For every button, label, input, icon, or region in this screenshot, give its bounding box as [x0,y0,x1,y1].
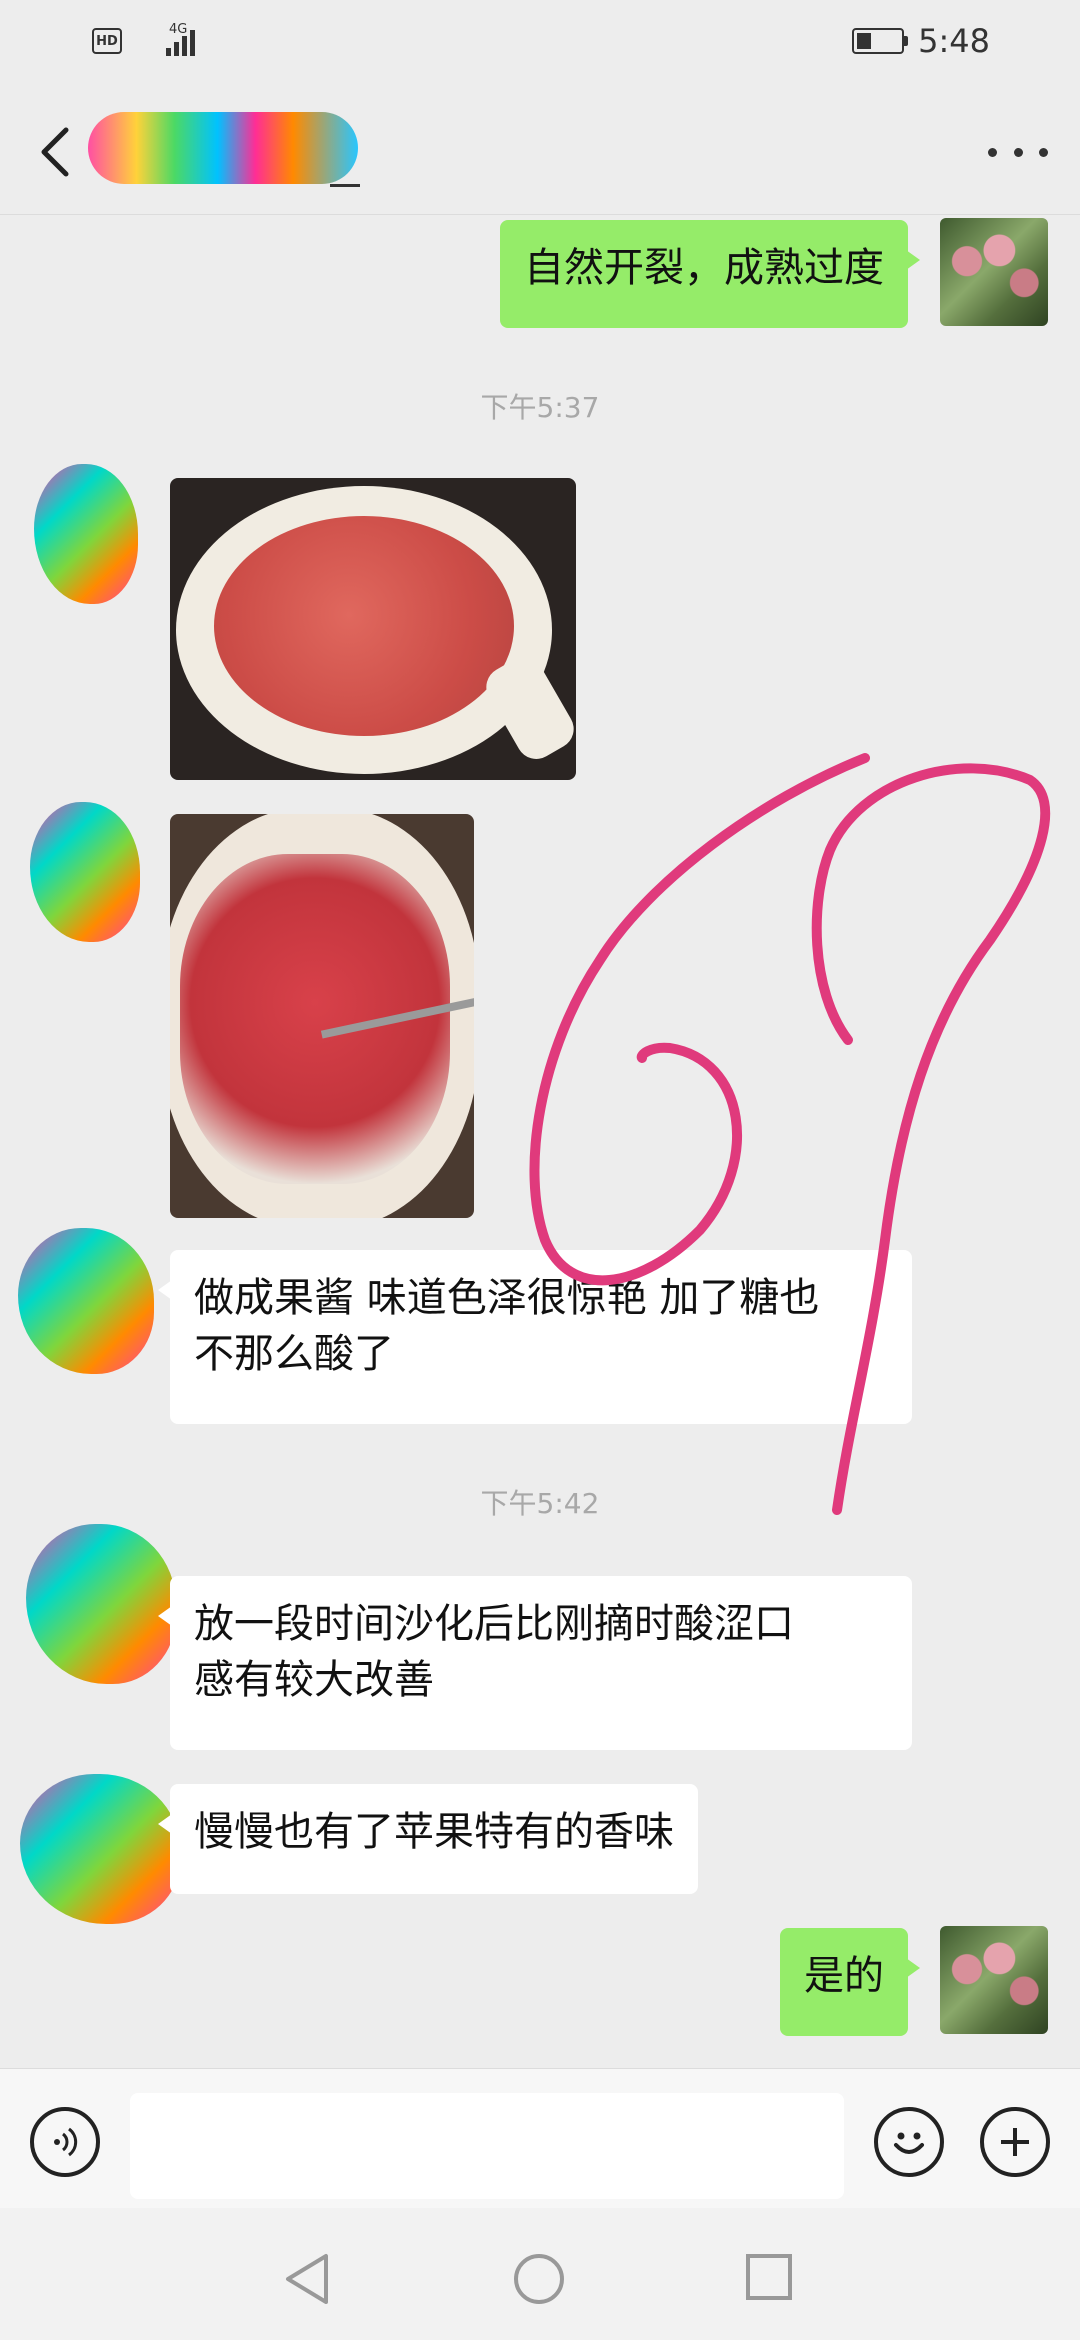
status-left: HD 4G [92,22,195,56]
plus-icon [1001,2128,1029,2156]
message-line: 做成果酱 味道色泽很惊艳 加了糖也 [194,1275,820,1321]
avatar-contact[interactable] [18,1228,154,1374]
network-label: 4G [169,22,188,37]
message-line: 不那么酸了 [194,1331,394,1377]
system-nav-bar [0,2208,1080,2340]
emoji-button[interactable] [874,2107,944,2177]
title-underline [330,184,360,187]
input-bar [0,2068,1080,2209]
status-time: 5:48 [918,22,990,60]
avatar-contact[interactable] [30,802,140,942]
battery-icon [852,28,909,54]
more-dot [988,147,997,157]
message-bubble-received[interactable]: 做成果酱 味道色泽很惊艳 加了糖也 不那么酸了 [158,1250,912,1424]
avatar-self[interactable] [940,1926,1048,2034]
more-dot [1013,147,1023,157]
avatar-self[interactable] [940,218,1048,326]
signal-group: 4G [132,22,195,56]
more-dot [1039,147,1048,157]
plus-button[interactable] [980,2107,1050,2177]
chevron-left-icon [41,127,69,177]
status-right: 5:48 [852,22,990,60]
message-bubble-received[interactable]: 放一段时间沙化后比刚摘时酸涩口 感有较大改善 [158,1576,912,1750]
message-list[interactable]: 自然开裂，成熟过度 下午5:37 做成果酱 味道色泽很惊艳 加了糖也 不那么酸了… [0,214,1080,2068]
nav-back-icon[interactable] [282,2252,332,2306]
message-timestamp: 下午5:37 [480,391,600,424]
status-bar: HD 4G 5:48 [0,0,1080,86]
hd-badge: HD [92,28,122,54]
back-button[interactable] [36,124,76,180]
avatar-contact[interactable] [26,1524,176,1684]
more-button[interactable] [988,140,1048,164]
nav-recents-icon[interactable] [744,2252,794,2302]
message-bubble-sent[interactable]: 自然开裂，成熟过度 [500,220,920,328]
message-timestamp: 下午5:42 [480,1487,600,1520]
emoji-icon [894,2132,924,2154]
chat-header [0,86,1080,215]
message-line: 感有较大改善 [194,1657,434,1703]
message-line: 放一段时间沙化后比刚摘时酸涩口 [194,1601,794,1647]
avatar-contact[interactable] [34,464,138,604]
nav-home-icon[interactable] [512,2252,566,2306]
message-image-jam-pan[interactable] [170,478,576,780]
avatar-contact[interactable] [20,1774,180,1924]
message-bubble-sent[interactable]: 是的 [780,1928,920,2036]
message-bubble-received[interactable]: 慢慢也有了苹果特有的香味 [158,1784,698,1894]
message-input[interactable] [130,2093,844,2199]
contact-name-obscured [88,112,358,184]
message-image-jam-spoon[interactable] [170,814,474,1218]
voice-icon [54,2127,78,2157]
voice-button[interactable] [30,2107,100,2177]
